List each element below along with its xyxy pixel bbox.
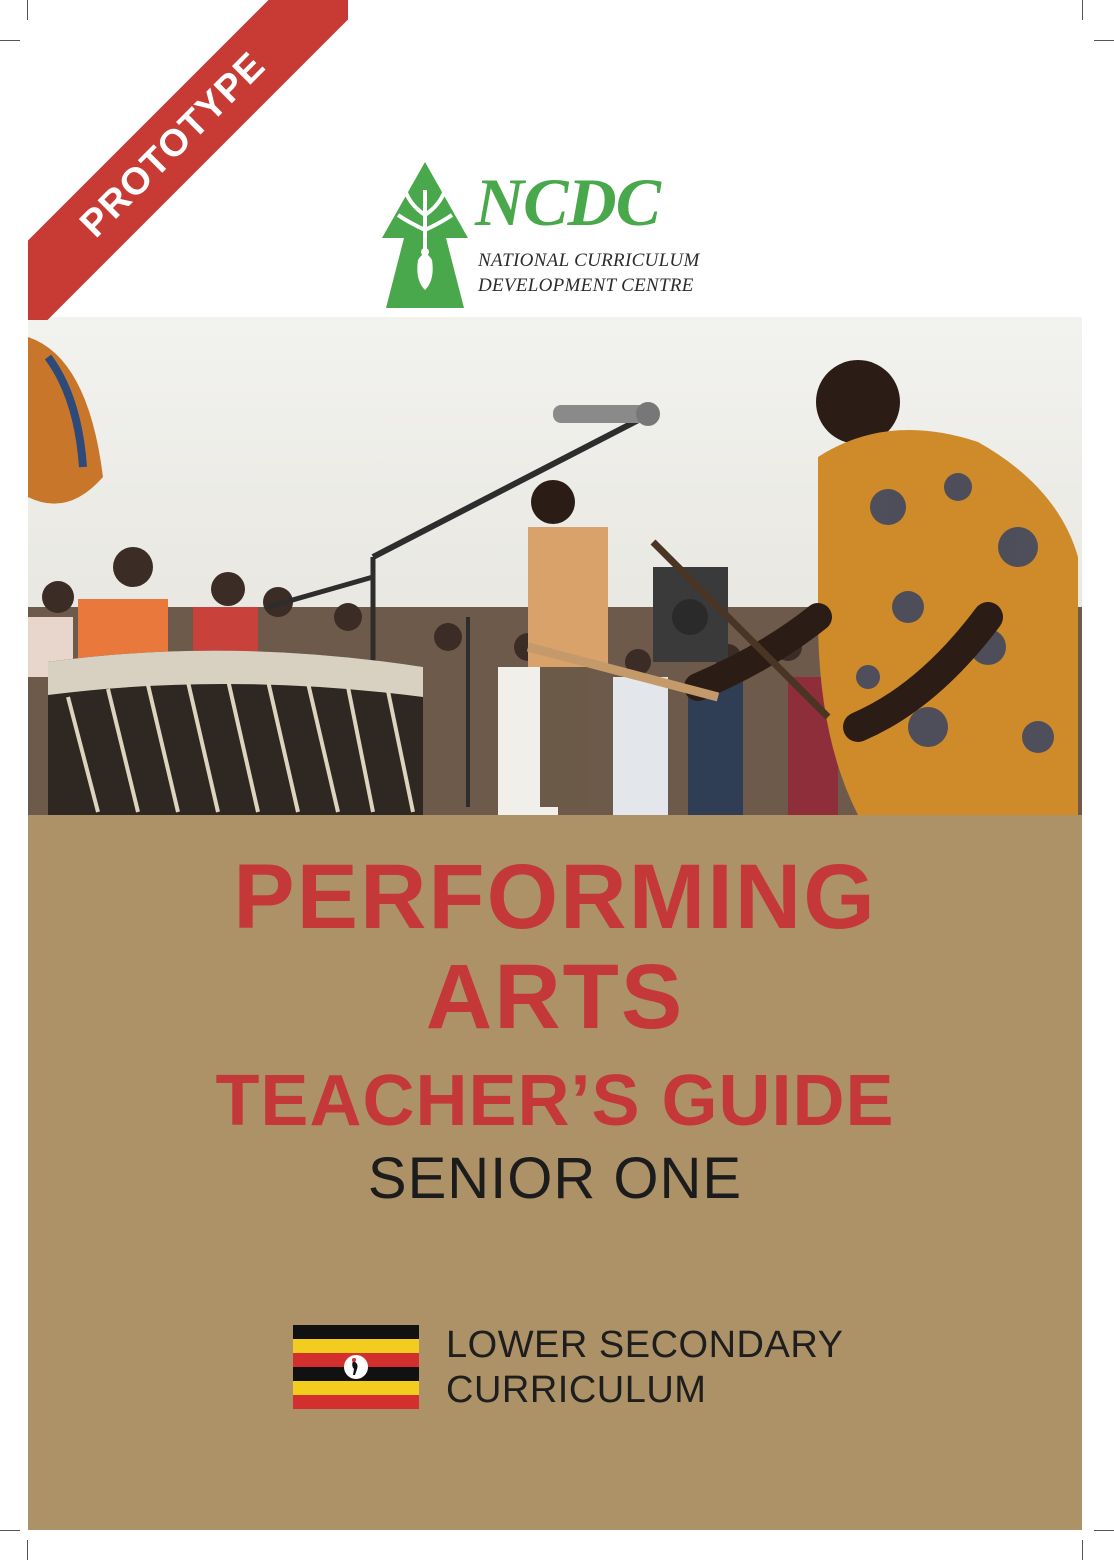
crop-mark (1094, 1530, 1114, 1531)
title-line2: ARTS (425, 946, 685, 1048)
crop-mark (27, 1540, 28, 1560)
curriculum-label: LOWER SECONDARY CURRICULUM (446, 1323, 843, 1413)
ncdc-logo: NCDC NATIONAL CURRICULUM DEVELOPMENT CEN… (380, 160, 720, 310)
curriculum-line2: CURRICULUM (446, 1369, 707, 1411)
crop-mark (1082, 1540, 1083, 1560)
crop-mark (0, 1530, 20, 1531)
title-panel: PERFORMING ARTS TEACHER’S GUIDE SENIOR O… (28, 815, 1082, 1530)
curriculum-line1: LOWER SECONDARY (446, 1324, 844, 1366)
logo-abbreviation: NCDC (475, 164, 661, 240)
level-title: SENIOR ONE (367, 1146, 743, 1211)
cover-photo (28, 317, 1082, 815)
guide-title: TEACHER’S GUIDE (215, 1061, 895, 1141)
performers-photo (28, 317, 1082, 815)
logo-name-line2: DEVELOPMENT CENTRE (478, 275, 694, 296)
book-cover: PROTOTYPE NCDC NATIONAL CURRICULUM DEVEL… (28, 0, 1082, 1530)
title-line1: PERFORMING (233, 846, 877, 948)
crop-mark (0, 40, 20, 41)
prototype-band: PROTOTYPE (28, 0, 348, 320)
crop-mark (1082, 0, 1083, 20)
ncdc-crest-icon (382, 162, 468, 308)
uganda-flag-icon (293, 1325, 419, 1409)
prototype-label: PROTOTYPE (71, 43, 274, 246)
logo-name-line1: NATIONAL CURRICULUM (478, 250, 700, 271)
crop-mark (1094, 40, 1114, 41)
prototype-ribbon: PROTOTYPE (28, 0, 348, 320)
